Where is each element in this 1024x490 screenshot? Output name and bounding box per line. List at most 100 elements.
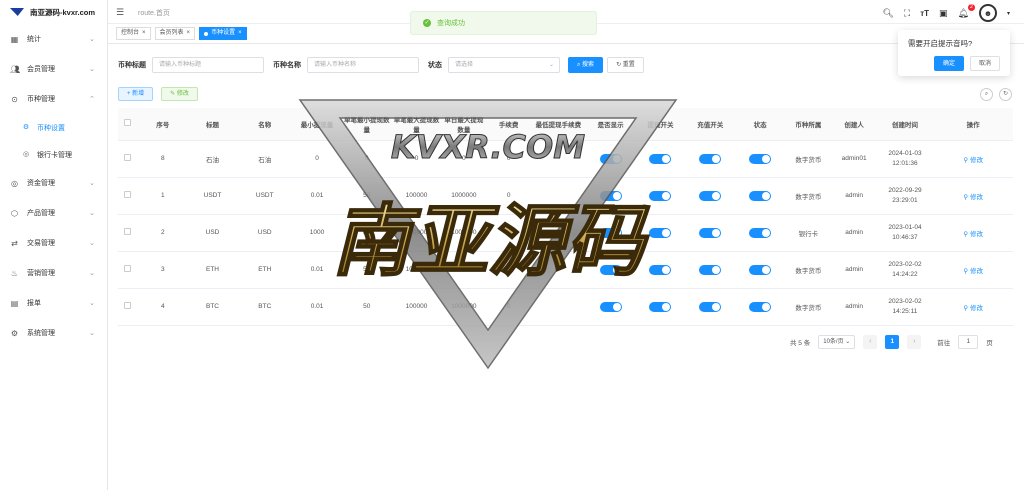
title-input[interactable]: 请输入币种标题	[152, 57, 264, 73]
sidebar-item-label: 产品管理	[27, 210, 55, 217]
report-icon: ▤	[10, 298, 19, 308]
sidebar-item[interactable]: ⬡ 产品管理 ⌄	[0, 198, 107, 228]
cell-select	[118, 288, 138, 326]
row-edit-link[interactable]: ⚲ 修改	[963, 268, 983, 275]
search-icon[interactable]: 🔍︎	[882, 8, 893, 19]
translate-icon[interactable]: ▣	[939, 8, 948, 19]
add-button[interactable]: + 新增	[118, 87, 154, 101]
sidebar-item[interactable]: ⇄ 交易管理 ⌄	[0, 228, 107, 258]
chevron-down-icon: ⌄	[89, 240, 95, 247]
search-button[interactable]: ⌕ 搜索	[568, 57, 604, 73]
withdraw-toggle[interactable]	[649, 153, 672, 164]
sidebar-item[interactable]: ▤ 报单 ⌄	[0, 288, 107, 318]
chevron-down-icon: ⌄	[89, 270, 95, 277]
goto-input[interactable]: 1	[958, 335, 979, 349]
sidebar-item[interactable]: ▦ 统计 ⌄	[0, 24, 107, 54]
table-row[interactable]: 1 USDT USDT 0.01 50 100000 1000000 0 数字货币 admin 20…	[118, 177, 1013, 215]
reset-button[interactable]: ↻ 重置	[607, 57, 644, 73]
close-icon[interactable]: ×	[142, 28, 146, 39]
recharge-toggle[interactable]	[699, 264, 722, 275]
refresh-icon: ↻	[616, 62, 622, 68]
users-icon: 👥︎	[10, 64, 21, 74]
created-date: 2022-09-29	[888, 187, 922, 194]
refresh-icon[interactable]: ↻	[999, 88, 1012, 101]
recharge-toggle[interactable]	[699, 227, 722, 238]
visible-toggle[interactable]	[599, 153, 622, 164]
visible-toggle[interactable]	[599, 227, 622, 238]
search-toggle-icon[interactable]: ⌕	[980, 88, 993, 101]
name-input[interactable]: 请输入币种名称	[307, 57, 419, 73]
tab-console[interactable]: 控制台 ×	[116, 27, 151, 40]
cell-select	[118, 251, 138, 289]
close-icon[interactable]: ×	[187, 28, 191, 39]
row-edit-link[interactable]: ⚲ 修改	[963, 157, 983, 164]
hamburger-icon[interactable]: ☰	[116, 7, 124, 18]
table-row[interactable]: 2 USD USD 1000 50 100000 1000000 0 银行卡 admin 2023-…	[118, 214, 1013, 252]
status-toggle[interactable]	[749, 153, 772, 164]
cancel-button[interactable]: 取消	[969, 56, 1000, 71]
recharge-toggle[interactable]	[699, 301, 722, 312]
row-checkbox[interactable]	[124, 265, 132, 272]
visible-toggle[interactable]	[599, 301, 622, 312]
confirm-button[interactable]: 确定	[933, 56, 964, 71]
cell-dmax: 1000000	[441, 288, 487, 326]
row-checkbox[interactable]	[124, 302, 132, 309]
visible-toggle[interactable]	[599, 190, 622, 201]
status-select[interactable]: 请选择 ⌄	[448, 57, 560, 73]
cell-actions: ⚲ 修改	[933, 288, 1013, 326]
table-row[interactable]: 4 BTC BTC 0.01 50 100000 1000000 0 数字货币 admin 2023…	[118, 288, 1013, 326]
recharge-toggle[interactable]	[699, 190, 722, 201]
logo[interactable]: 南亚源码-kvxr.com	[0, 0, 107, 24]
next-page-button[interactable]: ›	[907, 335, 922, 349]
sidebar-item[interactable]: 👥︎ 会员管理 ⌄	[0, 54, 107, 84]
sidebar-item[interactable]: ⊙ 币种管理 ⌃	[0, 84, 107, 114]
prev-page-button[interactable]: ‹	[863, 335, 878, 349]
chevron-down-icon[interactable]: ▾	[1007, 10, 1010, 17]
sidebar-item[interactable]: ♨ 营销管理 ⌄	[0, 258, 107, 288]
page-number[interactable]: 1	[885, 335, 900, 349]
row-checkbox[interactable]	[124, 191, 132, 198]
cell-title: 石油	[187, 140, 238, 178]
status-toggle[interactable]	[749, 190, 772, 201]
page-size-select[interactable]: 10条/页 ⌄	[818, 335, 856, 349]
tab-currency-settings[interactable]: 币种设置 ×	[199, 27, 247, 40]
filter-form: 币种标题 请输入币种标题 币种名称 请输入币种名称 状态 请选择 ⌄ ⌕ 搜索 ↻…	[118, 57, 644, 73]
row-checkbox[interactable]	[124, 154, 132, 161]
cell-status	[735, 251, 785, 289]
tab-members[interactable]: 会员列表 ×	[154, 27, 196, 40]
close-icon[interactable]: ×	[238, 28, 242, 39]
visible-toggle[interactable]	[599, 264, 622, 275]
bell-icon[interactable]: 🔔︎ 2	[958, 3, 975, 19]
sidebar-item[interactable]: ◎ 资金管理 ⌄	[0, 168, 107, 198]
font-size-icon[interactable]: тT	[920, 9, 929, 18]
reset-label: 重置	[622, 62, 635, 68]
row-edit-link[interactable]: ⚲ 修改	[963, 194, 983, 201]
status-toggle[interactable]	[749, 264, 772, 275]
sidebar-subitem[interactable]: ⚙ 币种设置	[0, 114, 107, 141]
row-edit-link[interactable]: ⚲ 修改	[963, 231, 983, 238]
sidebar-subitem[interactable]: ◎ 银行卡管理	[0, 141, 107, 168]
status-toggle[interactable]	[749, 227, 772, 238]
row-checkbox[interactable]	[124, 228, 132, 235]
fullscreen-icon[interactable]: ⛶	[904, 8, 910, 19]
withdraw-toggle[interactable]	[649, 227, 672, 238]
cell-withdraw	[635, 214, 686, 252]
cell-visible	[585, 214, 636, 252]
cell-created: 2023-02-02 14:25:11	[876, 288, 934, 326]
status-toggle[interactable]	[749, 301, 772, 312]
recharge-toggle[interactable]	[699, 153, 722, 164]
edit-button[interactable]: ✎ 修改	[161, 87, 198, 101]
row-edit-link[interactable]: ⚲ 修改	[963, 305, 983, 312]
table-row[interactable]: 3 ETH ETH 0.01 50 100000 1000000 0 数字货币 admin 2023…	[118, 251, 1013, 289]
cell-id: 8	[137, 140, 188, 178]
avatar[interactable]: ☻	[978, 4, 997, 22]
select-all-checkbox[interactable]	[124, 119, 132, 127]
withdraw-toggle[interactable]	[649, 264, 672, 275]
withdraw-toggle[interactable]	[649, 190, 672, 201]
cell-actions: ⚲ 修改	[933, 214, 1013, 252]
sidebar-item[interactable]: ⚙ 系统管理 ⌄	[0, 318, 107, 348]
cell-smin: 50	[341, 214, 392, 252]
table-row[interactable]: 8 石油 石油 0 0 0 0 0 数字货币 admin01 2024-01-03 12:01:36 ⚲…	[118, 140, 1013, 178]
cell-id: 3	[137, 251, 188, 289]
withdraw-toggle[interactable]	[649, 301, 672, 312]
